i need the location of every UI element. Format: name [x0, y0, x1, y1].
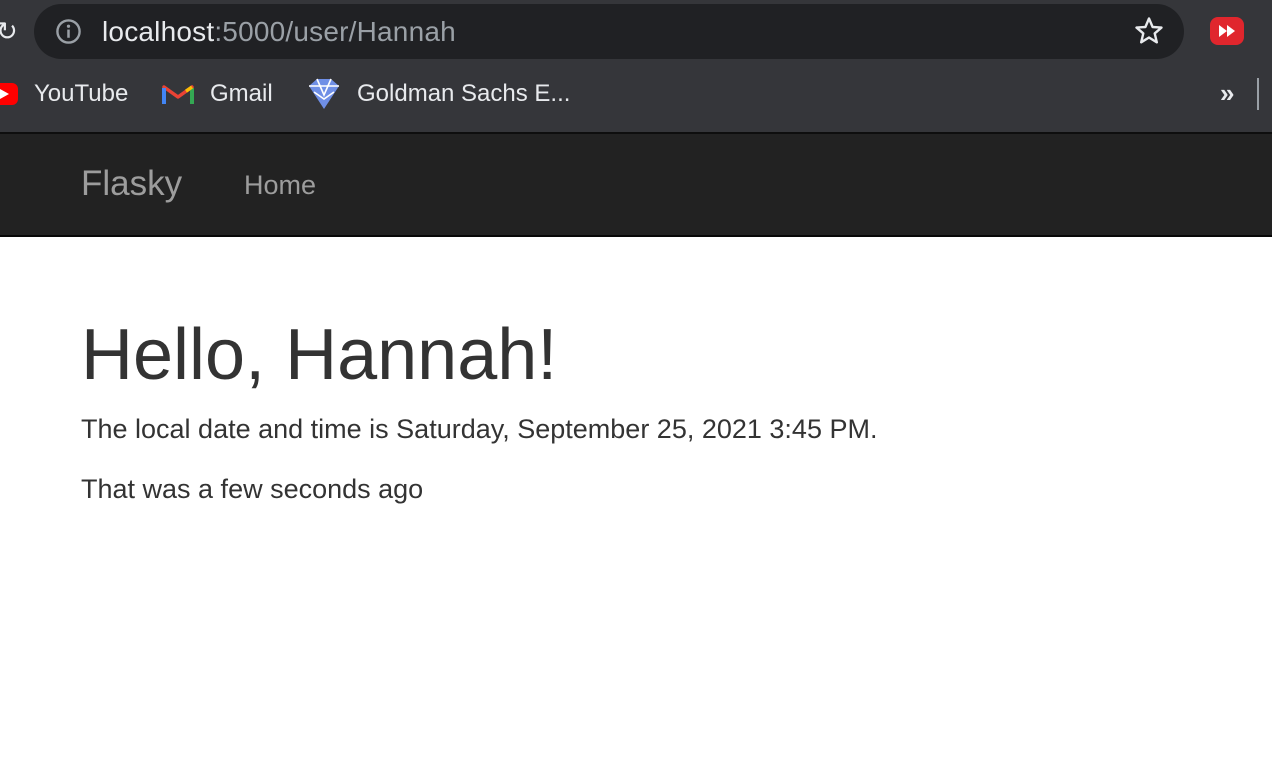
bookmark-gmail[interactable]: Gmail — [162, 78, 273, 110]
brand-link[interactable]: Flasky — [81, 164, 182, 204]
bookmark-label: YouTube — [34, 80, 129, 107]
bookmark-label: Goldman Sachs E... — [357, 80, 571, 107]
bookmark-youtube[interactable]: YouTube — [0, 78, 128, 110]
youtube-icon — [0, 83, 18, 105]
extension-icon[interactable] — [1210, 17, 1244, 45]
url-host: localhost — [102, 16, 215, 47]
site-navbar: Flasky Home — [0, 134, 1272, 237]
local-datetime-text: The local date and time is Saturday, Sep… — [81, 414, 878, 444]
bookmark-label: Gmail — [210, 80, 273, 107]
nav-home-link[interactable]: Home — [244, 169, 316, 201]
info-icon[interactable] — [55, 18, 82, 45]
relative-time-text: That was a few seconds ago — [81, 474, 424, 504]
address-bar[interactable]: localhost:5000/user/Hannah — [34, 4, 1184, 59]
url-text[interactable]: localhost:5000/user/Hannah — [102, 16, 456, 48]
more-bookmarks-button[interactable]: » — [1220, 80, 1234, 106]
page-title: Hello, Hannah! — [81, 315, 558, 395]
reload-icon[interactable]: ↻ — [0, 18, 18, 44]
bookmarks-bar: YouTube Gmail Goldman Sachs E... » — [0, 66, 1272, 124]
gmail-icon — [162, 85, 194, 104]
bookmark-goldman-sachs[interactable]: Goldman Sachs E... — [307, 78, 570, 110]
goldman-sachs-icon — [309, 78, 339, 109]
bookmark-star-icon[interactable] — [1134, 16, 1164, 46]
url-path: :5000/user/Hannah — [214, 16, 456, 47]
toolbar-divider — [1257, 78, 1259, 110]
browser-toolbar: ↻ localhost:5000/user/Hannah YouTube Gma… — [0, 0, 1272, 133]
page-content: Hello, Hannah! The local date and time i… — [81, 310, 877, 505]
